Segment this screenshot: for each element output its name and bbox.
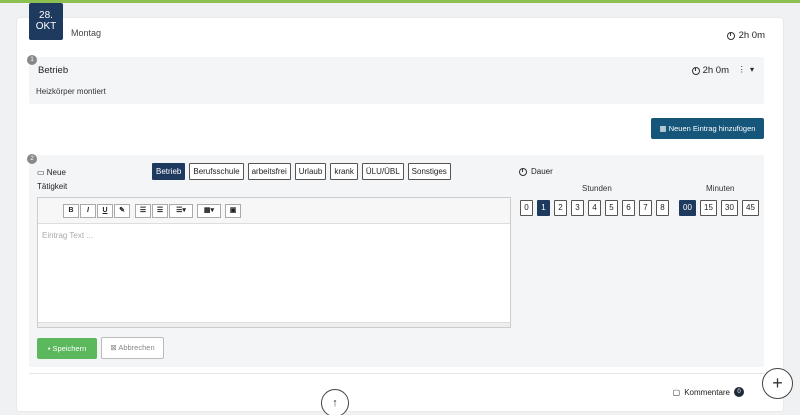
comments-count-badge: 0 [734, 387, 744, 397]
dauer-text: Dauer [531, 167, 553, 176]
category-betrieb[interactable]: Betrieb [152, 163, 186, 180]
hour-button[interactable]: 4 [588, 200, 601, 216]
save-button[interactable]: ▪ Speichern [37, 338, 97, 359]
image-icon[interactable]: ▣ [225, 204, 241, 218]
category-ulu-ubl[interactable]: ÜLU/ÜBL [361, 163, 404, 180]
category-urlaub[interactable]: Urlaub [294, 163, 327, 180]
scroll-up-button[interactable]: ↑ [321, 389, 349, 415]
italic-button[interactable]: I [80, 204, 96, 218]
cancel-label: Abbrechen [118, 343, 155, 352]
activity-label: ▭ Neue Tätigkeit [37, 166, 67, 194]
comments-link[interactable]: ▢ Kommentare 0 [673, 387, 744, 397]
stopwatch-icon [726, 31, 735, 40]
eraser-icon[interactable]: ✎ [114, 204, 130, 218]
entry-number-badge: 2 [27, 154, 37, 164]
table-dropdown-icon[interactable]: ▦▾ [197, 204, 221, 218]
save-label: Speichern [52, 344, 87, 353]
unordered-list-icon[interactable]: ☰ [135, 204, 151, 218]
ordered-list-icon[interactable]: ☰ [152, 204, 168, 218]
editor-toolbar: B I U ✎ ☰ ☰ ☰▾ ▦▾ ▣ [38, 198, 510, 224]
category-berufsschule[interactable]: Berufsschule [189, 163, 244, 180]
total-time-value: 2h 0m [738, 30, 765, 41]
hours-label: Stunden [582, 184, 612, 193]
date-badge: 28. OKT [29, 3, 63, 40]
hour-button[interactable]: 8 [656, 200, 669, 216]
stopwatch-icon [519, 167, 527, 176]
hour-button[interactable]: 1 [537, 200, 550, 216]
calendar-icon: ▭ [37, 168, 47, 177]
comment-icon: ▢ [672, 387, 681, 397]
divider [29, 373, 764, 374]
hours-selector: 0 1 2 3 4 5 6 7 8 [520, 200, 669, 216]
category-sonstiges[interactable]: Sonstiges [407, 163, 451, 180]
minute-button[interactable]: 30 [721, 200, 738, 216]
align-dropdown-icon[interactable]: ☰▾ [169, 204, 193, 218]
entry-time: 2h 0m [691, 65, 729, 76]
entry-category: Betrieb [38, 65, 69, 76]
top-accent-bar [0, 0, 800, 3]
editor-resize-handle[interactable] [38, 322, 510, 327]
comments-label: Kommentare [684, 387, 730, 397]
minute-button[interactable]: 45 [742, 200, 759, 216]
rich-text-editor[interactable]: B I U ✎ ☰ ☰ ☰▾ ▦▾ ▣ Eintrag Text ... [37, 197, 511, 328]
category-arbeitsfrei[interactable]: arbeitsfrei [247, 163, 291, 180]
time-entry-1[interactable]: Betrieb 2h 0m ⋮ ▾ Heizkörper montiert [29, 57, 764, 104]
date-month: OKT [35, 21, 57, 32]
cancel-button[interactable]: ⊠ Abbrechen [101, 337, 164, 359]
date-day: 28. [39, 10, 53, 21]
entry-text: Heizkörper montiert [36, 87, 106, 96]
category-buttons: Betrieb Berufsschule arbeitsfrei Urlaub … [152, 163, 451, 180]
minute-button[interactable]: 15 [700, 200, 717, 216]
entry-number-badge: 1 [27, 55, 37, 65]
hour-button[interactable]: 7 [639, 200, 652, 216]
category-krank[interactable]: krank [330, 163, 358, 180]
hour-button[interactable]: 3 [571, 200, 584, 216]
bold-button[interactable]: B [63, 204, 79, 218]
minutes-label: Minuten [706, 184, 735, 193]
hour-button[interactable]: 5 [605, 200, 618, 216]
total-time: 2h 0m [726, 30, 765, 41]
minutes-selector: 00 15 30 45 [679, 200, 759, 216]
minute-button[interactable]: 00 [679, 200, 696, 216]
underline-button[interactable]: U [97, 204, 113, 218]
entry-time-value: 2h 0m [702, 65, 729, 76]
editor-placeholder: Eintrag Text ... [42, 231, 93, 240]
new-entry-label: Neuen Eintrag hinzufügen [668, 124, 756, 133]
neue-label: Neue [46, 168, 66, 177]
new-entry-form: ▭ Neue Tätigkeit Betrieb Berufsschule ar… [29, 155, 764, 367]
add-fab-button[interactable]: + [762, 368, 793, 399]
hour-button[interactable]: 6 [622, 200, 635, 216]
calendar-icon: ▦ [659, 124, 669, 133]
hour-button[interactable]: 2 [554, 200, 567, 216]
weekday-label: Montag [71, 28, 102, 38]
taetigkeit-label: Tätigkeit [37, 182, 68, 191]
new-entry-button[interactable]: ▦ Neuen Eintrag hinzufügen [651, 118, 764, 139]
duration-label: Dauer [519, 167, 553, 176]
stopwatch-icon [691, 66, 700, 75]
hour-button[interactable]: 0 [520, 200, 533, 216]
entry-menu-dropdown[interactable]: ⋮ ▾ [738, 65, 755, 74]
